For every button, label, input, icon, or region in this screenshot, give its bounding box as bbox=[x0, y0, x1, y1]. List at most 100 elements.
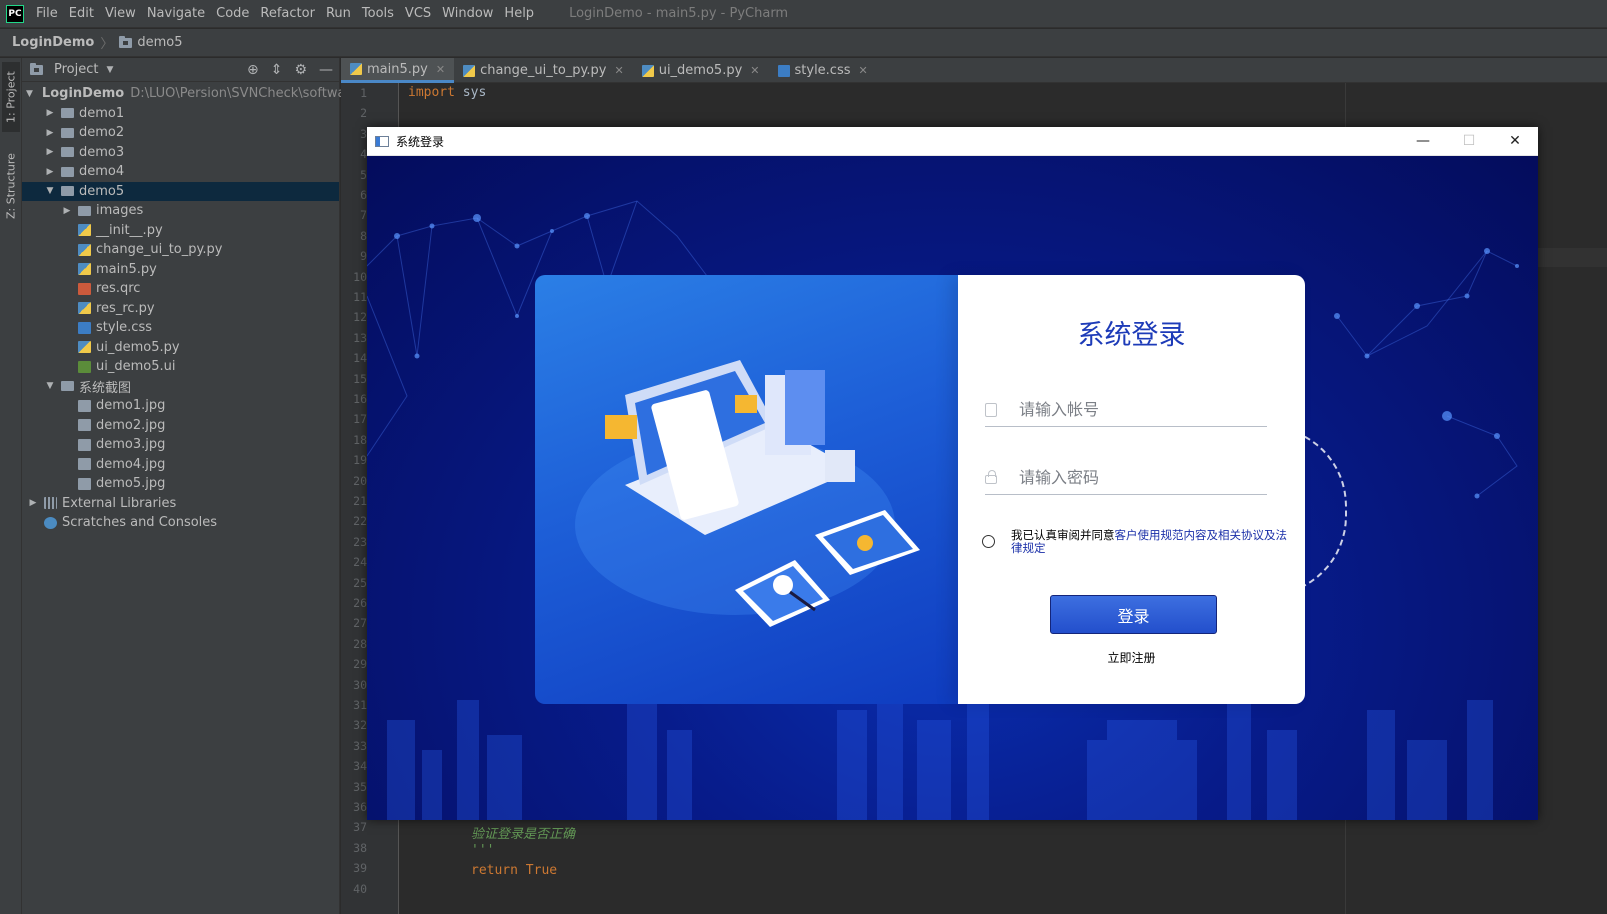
project-path: D:\LUO\Persion\SVNCheck\software bbox=[130, 86, 359, 102]
password-input[interactable] bbox=[1019, 468, 1249, 487]
menu-file[interactable]: File bbox=[32, 6, 65, 21]
collapsed-arrow-icon[interactable]: ▶ bbox=[26, 498, 40, 508]
code-line-38: ''' bbox=[471, 843, 495, 858]
collapsed-arrow-icon[interactable]: ▶ bbox=[43, 108, 57, 118]
close-tab-icon[interactable]: ✕ bbox=[436, 63, 445, 76]
tree-item[interactable]: res_rc.py bbox=[22, 299, 339, 319]
locate-icon[interactable]: ⊕ bbox=[247, 62, 259, 78]
menu-refactor[interactable]: Refactor bbox=[256, 6, 322, 21]
line-number: 15 bbox=[353, 371, 367, 386]
close-tab-icon[interactable]: ✕ bbox=[859, 64, 868, 77]
tree-item-label: demo5.jpg bbox=[96, 476, 166, 492]
project-tool-tab[interactable]: 1: Project bbox=[2, 62, 20, 132]
line-number: 4 bbox=[360, 147, 367, 162]
chevron-down-icon[interactable]: ▼ bbox=[106, 65, 113, 75]
tree-item[interactable]: demo1.jpg bbox=[22, 396, 339, 416]
dialog-title-bar[interactable]: 系统登录 — ☐ ✕ bbox=[367, 127, 1538, 156]
tree-item[interactable]: main5.py bbox=[22, 260, 339, 280]
editor-tab[interactable]: style.css ✕ bbox=[769, 58, 877, 83]
jpg-file-icon bbox=[78, 477, 91, 490]
collapsed-arrow-icon[interactable]: ▶ bbox=[43, 167, 57, 177]
line-number: 28 bbox=[353, 636, 367, 651]
code-line-37: 验证登录是否正确 bbox=[471, 827, 576, 842]
menu-help[interactable]: Help bbox=[500, 6, 541, 21]
collapsed-arrow-icon[interactable]: ▶ bbox=[43, 128, 57, 138]
tree-item-label: ui_demo5.ui bbox=[96, 359, 176, 375]
line-number: 36 bbox=[353, 800, 367, 814]
register-link[interactable]: 立即注册 bbox=[958, 649, 1305, 666]
css-file-icon bbox=[78, 321, 91, 334]
tree-item[interactable]: ▶ demo1 bbox=[22, 104, 339, 124]
tree-item[interactable]: ui_demo5.py bbox=[22, 338, 339, 358]
collapsed-arrow-icon[interactable]: ▶ bbox=[43, 147, 57, 157]
menu-vcs[interactable]: VCS bbox=[401, 6, 438, 21]
expanded-arrow-icon[interactable]: ▼ bbox=[43, 381, 57, 391]
gear-icon[interactable]: ⚙ bbox=[294, 62, 307, 78]
py-file-icon bbox=[641, 64, 654, 77]
tree-item[interactable]: demo5.jpg bbox=[22, 474, 339, 494]
menu-code[interactable]: Code bbox=[212, 6, 256, 21]
tree-item[interactable]: ▼ demo5 bbox=[22, 181, 339, 201]
py-file-icon bbox=[78, 341, 91, 354]
close-tab-icon[interactable]: ✕ bbox=[614, 64, 623, 77]
tree-item[interactable]: ▼ LoginDemo D:\LUO\Persion\SVNCheck\softwa… bbox=[22, 84, 359, 104]
menu-tools[interactable]: Tools bbox=[358, 6, 401, 21]
close-button[interactable]: ✕ bbox=[1492, 127, 1538, 156]
structure-tool-tab[interactable]: Z: Structure bbox=[2, 146, 20, 226]
menu-navigate[interactable]: Navigate bbox=[143, 6, 212, 21]
tree-item[interactable]: change_ui_to_py.py bbox=[22, 240, 339, 260]
editor-tab[interactable]: change_ui_to_py.py ✕ bbox=[454, 58, 633, 83]
menu-view[interactable]: View bbox=[101, 6, 143, 21]
tool-window-stripe: 1: Project Z: Structure bbox=[0, 58, 22, 914]
breadcrumb-project[interactable]: LoginDemo bbox=[12, 35, 94, 50]
login-dialog-window: 系统登录 — ☐ ✕ 系统登录 请输入帐号 我已认真审阅并同意客户使用规范内容及… bbox=[367, 127, 1538, 820]
breadcrumb-separator-icon: 〉 bbox=[100, 37, 114, 52]
line-number: 5 bbox=[360, 167, 367, 182]
tree-item[interactable]: ▶ demo2 bbox=[22, 123, 339, 143]
tree-item[interactable]: ▶ demo3 bbox=[22, 143, 339, 163]
line-number: 7 bbox=[360, 208, 367, 223]
editor-tab[interactable]: main5.py ✕ bbox=[341, 58, 455, 83]
maximize-button[interactable]: ☐ bbox=[1446, 127, 1492, 156]
tree-item[interactable]: ▶ images bbox=[22, 201, 339, 221]
breadcrumb-folder[interactable]: demo5 bbox=[137, 35, 182, 50]
tree-item[interactable]: demo2.jpg bbox=[22, 416, 339, 436]
pycharm-window: PC File Edit View Navigate Code Refactor… bbox=[0, 0, 1607, 914]
account-field bbox=[985, 393, 1267, 427]
phone-icon bbox=[985, 402, 997, 417]
collapse-all-icon[interactable]: ⇕ bbox=[271, 62, 283, 78]
project-panel-title[interactable]: Project bbox=[54, 62, 98, 77]
menu-window[interactable]: Window bbox=[438, 6, 500, 21]
hide-icon[interactable]: — bbox=[319, 62, 333, 78]
py-file-icon bbox=[78, 302, 91, 315]
ui-file-icon bbox=[78, 360, 91, 373]
agreement-radio[interactable] bbox=[982, 535, 995, 548]
tree-item[interactable]: res.qrc bbox=[22, 279, 339, 299]
line-number: 39 bbox=[353, 861, 367, 876]
tree-item[interactable]: demo3.jpg bbox=[22, 435, 339, 455]
line-number: 23 bbox=[353, 534, 367, 549]
menu-run[interactable]: Run bbox=[322, 6, 358, 21]
menu-edit[interactable]: Edit bbox=[65, 6, 101, 21]
collapsed-arrow-icon[interactable]: ▶ bbox=[60, 206, 74, 216]
expanded-arrow-icon[interactable]: ▼ bbox=[26, 89, 33, 99]
login-form-panel: 系统登录 我已认真审阅并同意客户使用规范内容及相关协议及法律规定 登录 立即注册 bbox=[958, 275, 1305, 704]
jpg-file-icon bbox=[78, 399, 91, 412]
tree-item[interactable]: demo4.jpg bbox=[22, 455, 339, 475]
expanded-arrow-icon[interactable]: ▼ bbox=[43, 186, 57, 196]
close-tab-icon[interactable]: ✕ bbox=[750, 64, 759, 77]
tree-item[interactable]: ▶ demo4 bbox=[22, 162, 339, 182]
tree-item[interactable]: ui_demo5.ui bbox=[22, 357, 339, 377]
account-input[interactable] bbox=[1019, 400, 1249, 419]
login-button[interactable]: 登录 bbox=[1050, 595, 1217, 634]
tree-item[interactable]: ▼ 系统截图 bbox=[22, 377, 339, 397]
tree-item[interactable]: Scratches and Consoles bbox=[22, 513, 339, 533]
minimize-button[interactable]: — bbox=[1400, 127, 1446, 156]
editor-tab[interactable]: ui_demo5.py ✕ bbox=[633, 58, 769, 83]
tree-item[interactable]: __init__.py bbox=[22, 221, 339, 241]
tree-item[interactable]: style.css bbox=[22, 318, 339, 338]
tree-item[interactable]: ▶ External Libraries bbox=[22, 494, 339, 514]
tree-item-label: style.css bbox=[96, 320, 152, 336]
py-file-icon bbox=[78, 224, 91, 237]
tree-item-label: Scratches and Consoles bbox=[62, 515, 218, 531]
